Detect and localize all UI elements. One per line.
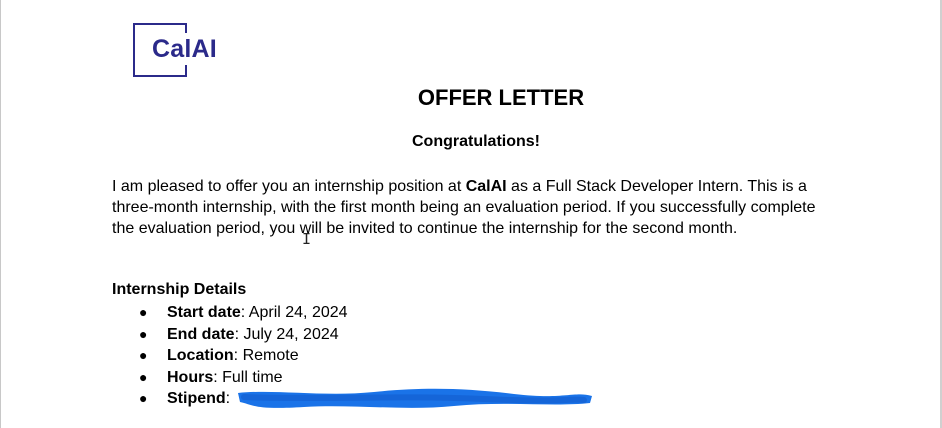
bullet-icon: ● — [139, 390, 148, 406]
details-value: : Remote — [233, 347, 299, 364]
details-value: : April 24, 2024 — [240, 304, 348, 321]
bullet-icon: ● — [139, 304, 148, 320]
document-title: OFFER LETTER — [417, 85, 585, 110]
details-label: Hours — [167, 368, 214, 386]
intro-before: I am pleased to offer you an internship … — [112, 178, 466, 195]
details-item-location: ● Location: Remote — [112, 345, 348, 367]
details-item-end-date: ● End date: July 24, 2024 — [112, 324, 348, 346]
text-cursor-icon: I — [302, 230, 312, 248]
details-value: : Full time — [213, 368, 283, 386]
details-item-start-date: ● Start date: April 24, 2024 — [112, 302, 348, 324]
details-label: Location — [167, 347, 234, 364]
details-item-stipend: ● Stipend: — [112, 388, 348, 410]
details-value: : — [225, 390, 231, 407]
details-label: Stipend — [167, 390, 226, 407]
details-label: End date — [167, 325, 235, 343]
details-label: Start date — [167, 304, 241, 321]
details-value: : July 24, 2024 — [234, 325, 339, 343]
bullet-icon: ● — [139, 347, 148, 363]
intro-company: CalAI — [465, 178, 507, 195]
document-subtitle: Congratulations! — [412, 133, 540, 150]
bullet-icon: ● — [139, 325, 148, 342]
bullet-icon: ● — [139, 368, 148, 385]
logo-text: CalAI — [150, 33, 219, 65]
details-item-hours: ● Hours: Full time — [112, 367, 348, 389]
document-page: CalAI OFFER LETTER Congratulations! I am… — [0, 0, 940, 428]
intro-paragraph: I am pleased to offer you an internship … — [112, 176, 824, 239]
details-list: ● Start date: April 24, 2024 ● End date: J… — [112, 302, 348, 410]
details-heading: Internship Details — [112, 281, 247, 298]
